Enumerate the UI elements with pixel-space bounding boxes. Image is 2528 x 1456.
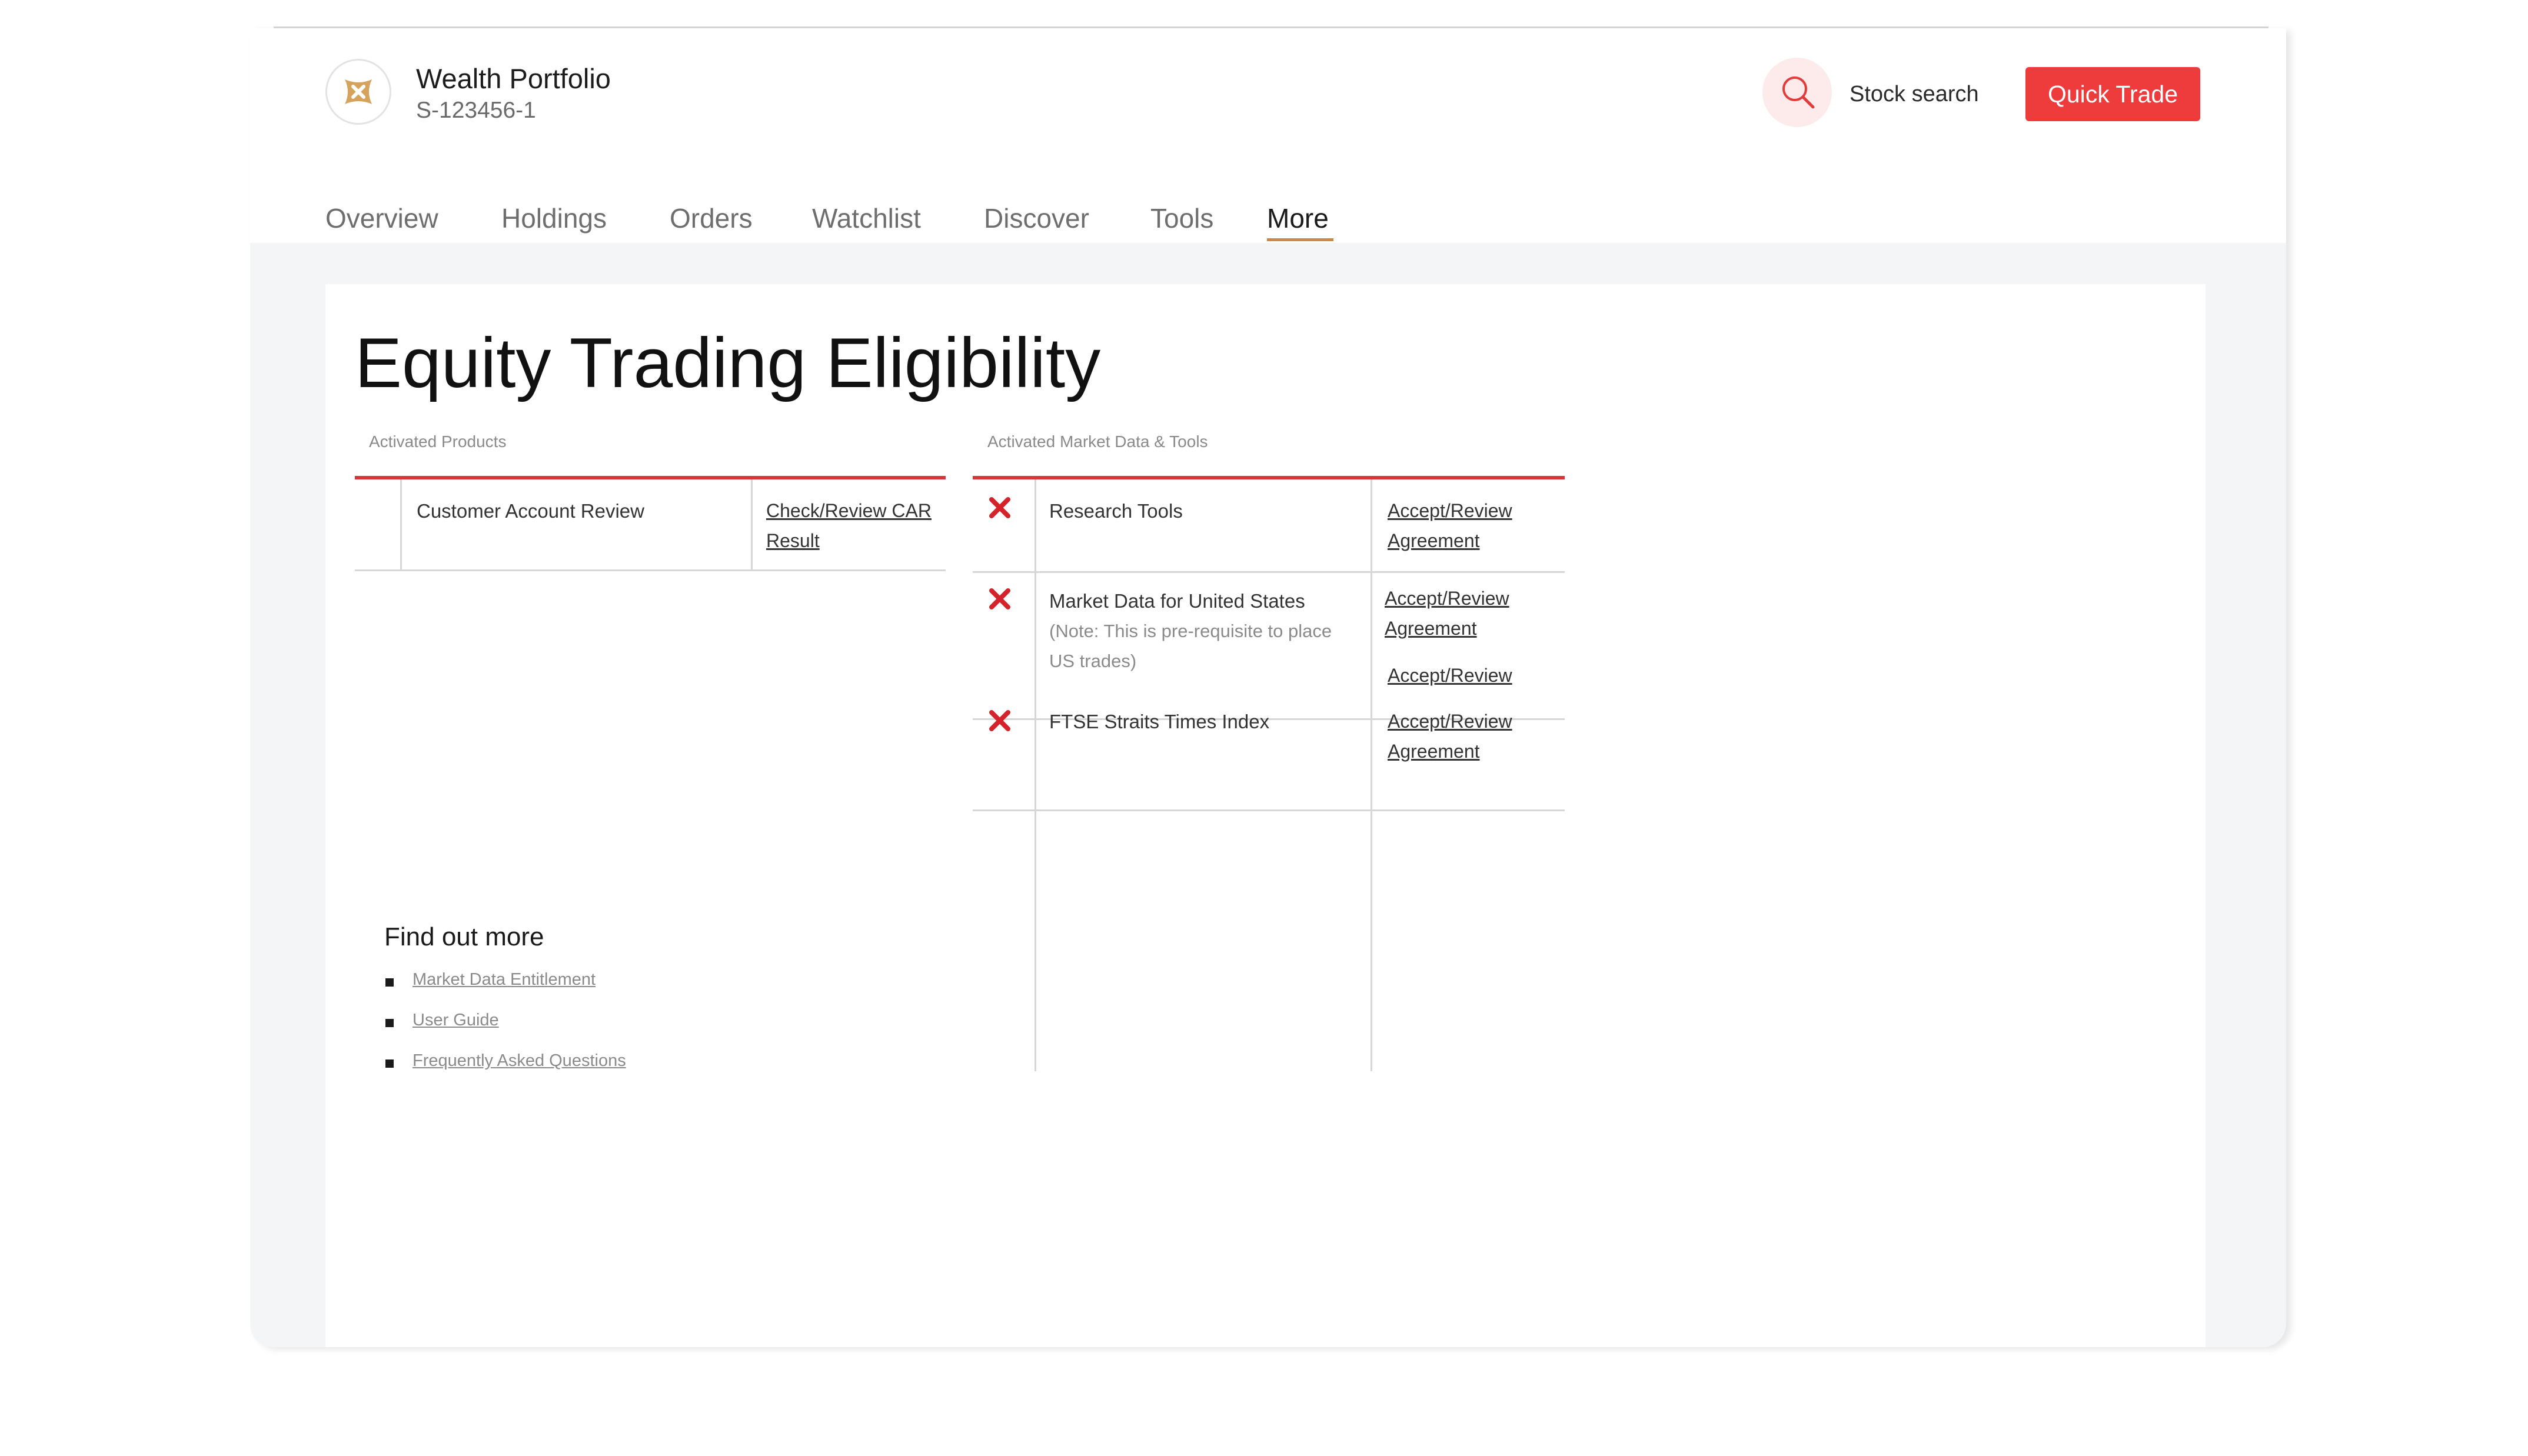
account-name: Wealth Portfolio — [416, 63, 611, 94]
tab-overview[interactable]: Overview — [325, 202, 438, 234]
tab-discover[interactable]: Discover — [984, 202, 1089, 234]
market-item-name: FTSE Straits Times Index — [1049, 711, 1270, 732]
tab-holdings[interactable]: Holdings — [501, 202, 607, 234]
accept-review-link[interactable]: Accept/Review — [1385, 584, 1509, 614]
bullet — [385, 1019, 394, 1027]
active-tab-indicator — [1267, 238, 1333, 241]
tab-tools[interactable]: Tools — [1150, 202, 1213, 234]
tab-more[interactable]: More — [1267, 202, 1329, 234]
market-item-name: Research Tools — [1049, 500, 1183, 522]
cross-icon — [989, 588, 1010, 609]
cross-icon — [989, 497, 1010, 518]
stock-search-button[interactable] — [1762, 58, 1832, 127]
cross-icon — [989, 710, 1010, 731]
accept-review-link-secondary[interactable]: Accept/Review — [1388, 661, 1512, 691]
accept-review-link-line2[interactable]: Agreement — [1385, 614, 1477, 644]
market-item-note: (Note: This is pre-requisite to place — [1049, 621, 1332, 641]
market-item-note-line2: US trades) — [1049, 651, 1137, 671]
account-id: S-123456-1 — [416, 98, 536, 123]
tab-orders[interactable]: Orders — [670, 202, 753, 234]
find-out-more-title: Find out more — [384, 922, 544, 951]
user-guide-link[interactable]: User Guide — [413, 1011, 499, 1030]
tab-watchlist[interactable]: Watchlist — [812, 202, 921, 234]
bullet — [385, 978, 394, 987]
quick-trade-button[interactable]: Quick Trade — [2025, 67, 2200, 121]
accept-review-link[interactable]: Accept/Review — [1388, 707, 1512, 737]
market-data-entitlement-link[interactable]: Market Data Entitlement — [413, 970, 596, 989]
header: Wealth Portfolio S-123456-1 Stock search… — [250, 28, 2286, 243]
accept-review-link-line2[interactable]: Agreement — [1388, 737, 1480, 767]
accept-review-link[interactable]: Accept/Review — [1388, 496, 1512, 526]
stock-search-label[interactable]: Stock search — [1850, 82, 1979, 107]
content-overlay: Research Tools Accept/Review Agreement M… — [325, 284, 2206, 1347]
market-item-name: Market Data for United States — [1049, 590, 1305, 612]
account-avatar[interactable] — [325, 59, 391, 125]
bullet — [385, 1059, 394, 1068]
faq-link[interactable]: Frequently Asked Questions — [413, 1051, 626, 1071]
accept-review-link-line2[interactable]: Agreement — [1388, 526, 1480, 556]
